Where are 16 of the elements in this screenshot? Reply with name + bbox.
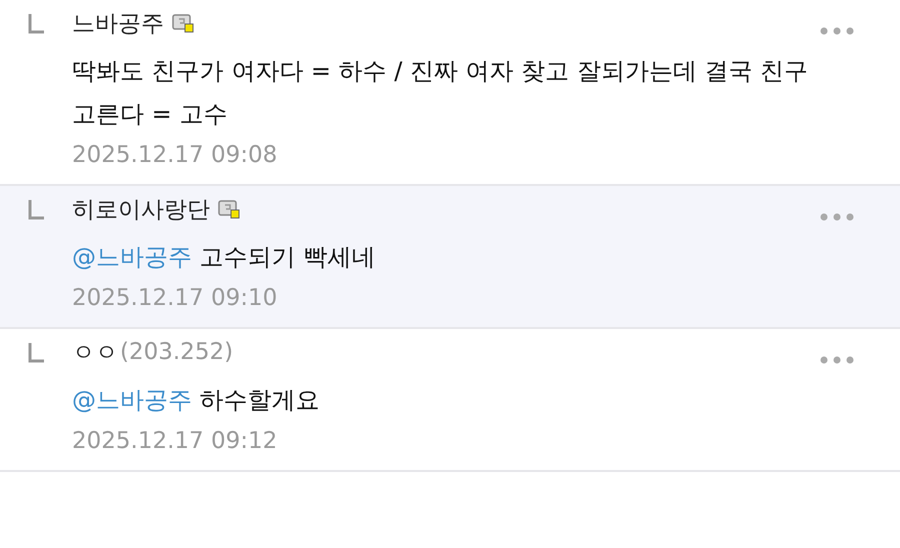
reply-indent-icon xyxy=(28,14,44,34)
comment-text: @느바공주 하수할게요 xyxy=(72,385,321,416)
more-icon[interactable] xyxy=(820,356,854,364)
comment-text: 딱봐도 친구가 여자다 = 하수 / 진짜 여자 찾고 잘되가는데 결국 친구 고른다 = 고수 xyxy=(72,56,810,130)
comment-date: 2025.12.17 09:08 xyxy=(72,142,278,168)
reply-indent-icon xyxy=(28,200,44,220)
reply-indent-icon xyxy=(28,343,44,363)
comment-date: 2025.12.17 09:12 xyxy=(72,428,278,454)
author-name[interactable]: 느바공주 xyxy=(72,8,164,38)
author-name[interactable]: ㅇㅇ xyxy=(72,336,118,368)
more-icon[interactable] xyxy=(820,27,854,35)
author-name[interactable]: 히로이사랑단 xyxy=(72,194,210,224)
ip-address: (203.252) xyxy=(120,339,234,365)
comment-text: @느바공주 고수되기 빡세네 xyxy=(72,242,376,273)
more-icon[interactable] xyxy=(820,213,854,221)
comment-date: 2025.12.17 09:10 xyxy=(72,285,278,311)
